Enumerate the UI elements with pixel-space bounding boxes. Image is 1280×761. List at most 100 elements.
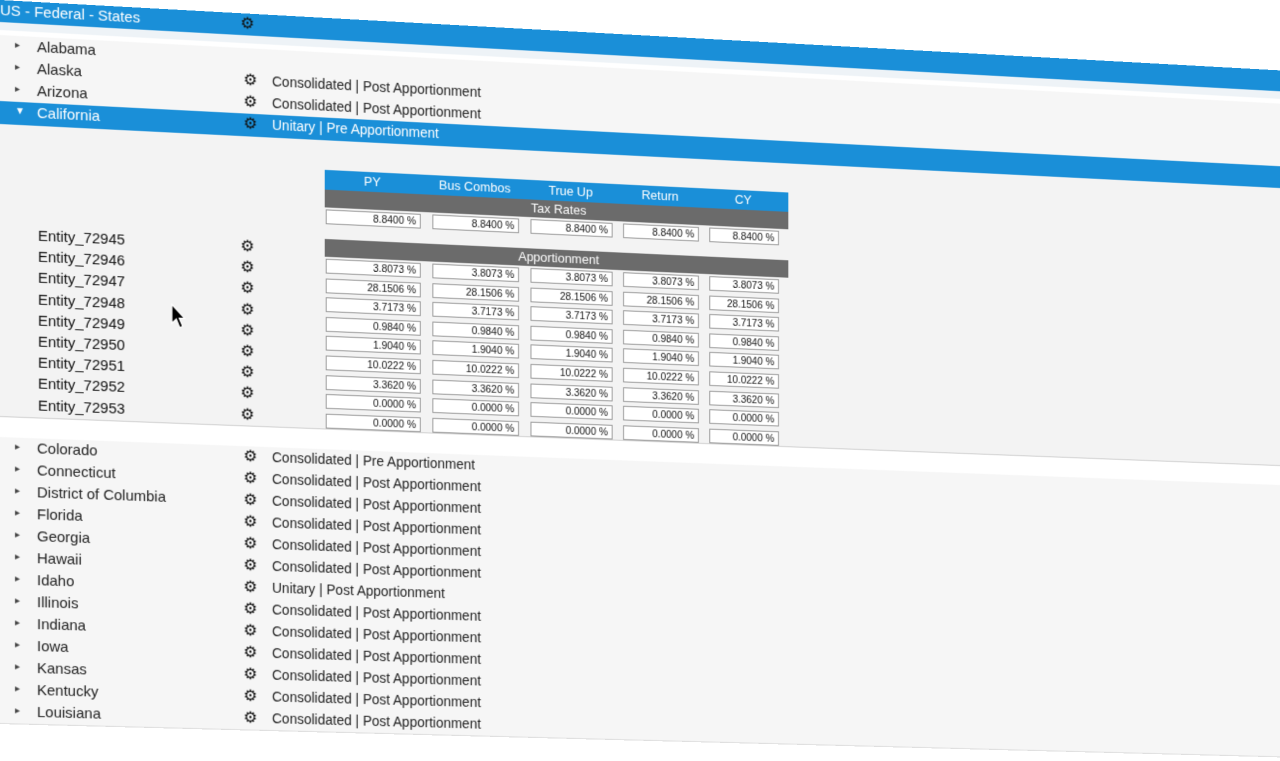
gear-icon[interactable]: ⚙ <box>243 688 259 705</box>
gear-icon[interactable]: ⚙ <box>240 322 256 340</box>
value-cell[interactable]: 28.1506 % <box>709 295 779 313</box>
gear-icon[interactable]: ⚙ <box>243 622 259 639</box>
chevron-right-icon[interactable]: ▸ <box>15 62 25 74</box>
state-mode: Consolidated | Post Apportionment <box>272 492 481 516</box>
value-cell[interactable]: 3.3620 % <box>709 390 779 408</box>
value-cell[interactable]: 0.0000 % <box>325 413 421 432</box>
value-cell[interactable]: 0.0000 % <box>432 398 519 417</box>
value-cell[interactable]: 1.9040 % <box>530 344 613 363</box>
value-cell[interactable]: 3.8073 % <box>325 258 421 278</box>
gear-icon[interactable]: ⚙ <box>240 280 256 298</box>
chevron-right-icon[interactable]: ▸ <box>15 530 25 541</box>
value-cell[interactable]: 0.0000 % <box>325 394 421 413</box>
chevron-right-icon[interactable]: ▸ <box>15 639 25 650</box>
value-cell[interactable]: 10.0222 % <box>709 371 779 389</box>
value-cell[interactable]: 28.1506 % <box>432 282 519 302</box>
gear-icon[interactable]: ⚙ <box>243 710 259 727</box>
value-cell[interactable]: 3.7173 % <box>709 314 779 332</box>
gear-icon[interactable]: ⚙ <box>240 301 256 319</box>
value-cell[interactable]: 3.3620 % <box>325 374 421 394</box>
state-name: Hawaii <box>36 550 82 569</box>
gear-icon[interactable]: ⚙ <box>243 579 259 596</box>
gear-icon[interactable]: ⚙ <box>240 343 256 360</box>
gear-icon[interactable]: ⚙ <box>243 94 259 112</box>
gear-icon[interactable]: ⚙ <box>243 535 259 552</box>
value-cell[interactable]: 0.9840 % <box>530 325 613 344</box>
value-cell[interactable]: 8.8400 % <box>530 219 613 238</box>
value-cell[interactable]: 10.0222 % <box>325 355 421 375</box>
gear-icon[interactable]: ⚙ <box>240 385 256 402</box>
chevron-right-icon[interactable]: ▸ <box>15 595 25 606</box>
value-cell[interactable]: 0.0000 % <box>623 405 699 424</box>
value-cell[interactable]: 10.0222 % <box>623 367 699 386</box>
value-cell[interactable]: 0.9840 % <box>623 329 699 348</box>
chevron-right-icon[interactable]: ▸ <box>15 551 25 562</box>
value-cell[interactable]: 1.9040 % <box>432 340 519 359</box>
value-cell[interactable]: 0.9840 % <box>432 321 519 340</box>
value-cell[interactable]: 1.9040 % <box>623 348 699 367</box>
value-cell[interactable]: 0.9840 % <box>709 333 779 351</box>
gear-icon[interactable]: ⚙ <box>243 644 259 661</box>
value-cell[interactable]: 8.8400 % <box>325 209 421 229</box>
value-cell[interactable]: 3.8073 % <box>530 267 613 287</box>
value-cell[interactable]: 0.0000 % <box>709 428 779 446</box>
gear-icon[interactable]: ⚙ <box>243 666 259 683</box>
value-cell[interactable]: 0.0000 % <box>623 425 699 443</box>
gear-icon[interactable]: ⚙ <box>240 364 256 381</box>
value-cell[interactable]: 0.0000 % <box>709 409 779 427</box>
value-cell[interactable]: 28.1506 % <box>325 278 421 298</box>
gear-icon[interactable]: ⚙ <box>240 259 256 277</box>
state-mode: Consolidated | Post Apportionment <box>272 645 481 667</box>
chevron-right-icon[interactable]: ▸ <box>15 486 25 497</box>
chevron-right-icon[interactable]: ▸ <box>15 40 25 52</box>
gear-icon[interactable]: ⚙ <box>243 470 259 487</box>
chevron-right-icon[interactable]: ▸ <box>15 617 25 628</box>
value-cell[interactable]: 0.0000 % <box>432 417 519 436</box>
value-cell[interactable]: 0.9840 % <box>325 316 421 336</box>
value-cell[interactable]: 10.0222 % <box>432 359 519 379</box>
chevron-right-icon[interactable]: ▸ <box>15 573 25 584</box>
chevron-down-icon[interactable]: ▼ <box>15 106 25 117</box>
value-cell[interactable]: 3.8073 % <box>623 272 699 291</box>
value-cell[interactable]: 8.8400 % <box>709 227 779 246</box>
gear-icon[interactable]: ⚙ <box>243 448 259 465</box>
gear-icon[interactable]: ⚙ <box>243 492 259 509</box>
value-cell[interactable]: 3.7173 % <box>432 302 519 321</box>
state-name: Kansas <box>36 660 87 679</box>
gear-icon[interactable]: ⚙ <box>240 238 256 256</box>
gear-icon[interactable]: ⚙ <box>240 406 256 423</box>
value-cell[interactable]: 3.3620 % <box>623 386 699 405</box>
value-cell[interactable]: 3.7173 % <box>623 310 699 329</box>
value-cell[interactable]: 8.8400 % <box>623 223 699 242</box>
state-mode: Consolidated | Post Apportionment <box>272 557 481 581</box>
value-cell[interactable]: 3.8073 % <box>709 276 779 294</box>
chevron-right-icon[interactable]: ▸ <box>15 661 25 672</box>
value-cell[interactable]: 3.3620 % <box>432 379 519 398</box>
state-mode: Consolidated | Post Apportionment <box>272 688 481 711</box>
value-cell[interactable]: 3.3620 % <box>530 383 613 402</box>
value-cell[interactable]: 28.1506 % <box>530 287 613 306</box>
state-name: California <box>36 104 100 126</box>
value-cell[interactable]: 8.8400 % <box>432 214 519 234</box>
value-cell[interactable]: 0.0000 % <box>530 421 613 440</box>
value-cell[interactable]: 1.9040 % <box>709 352 779 370</box>
gear-icon[interactable]: ⚙ <box>243 115 259 133</box>
value-cell[interactable]: 3.8073 % <box>432 263 519 283</box>
chevron-right-icon[interactable]: ▸ <box>15 442 25 453</box>
value-cell[interactable]: 1.9040 % <box>325 336 421 355</box>
gear-icon[interactable]: ⚙ <box>243 557 259 574</box>
chevron-right-icon[interactable]: ▸ <box>15 464 25 475</box>
chevron-right-icon[interactable]: ▸ <box>15 508 25 519</box>
chevron-right-icon[interactable]: ▸ <box>15 705 25 716</box>
chevron-right-icon[interactable]: ▸ <box>15 683 25 694</box>
gear-icon[interactable]: ⚙ <box>243 601 259 618</box>
value-cell[interactable]: 3.7173 % <box>530 306 613 325</box>
chevron-right-icon[interactable]: ▸ <box>15 84 25 96</box>
gear-icon[interactable]: ⚙ <box>243 513 259 530</box>
value-cell[interactable]: 10.0222 % <box>530 363 613 382</box>
value-cell[interactable]: 28.1506 % <box>623 291 699 310</box>
value-cell[interactable]: 3.7173 % <box>325 297 421 317</box>
value-cell[interactable]: 0.0000 % <box>530 402 613 421</box>
gear-icon[interactable]: ⚙ <box>243 72 259 90</box>
gear-icon[interactable]: ⚙ <box>240 15 256 33</box>
